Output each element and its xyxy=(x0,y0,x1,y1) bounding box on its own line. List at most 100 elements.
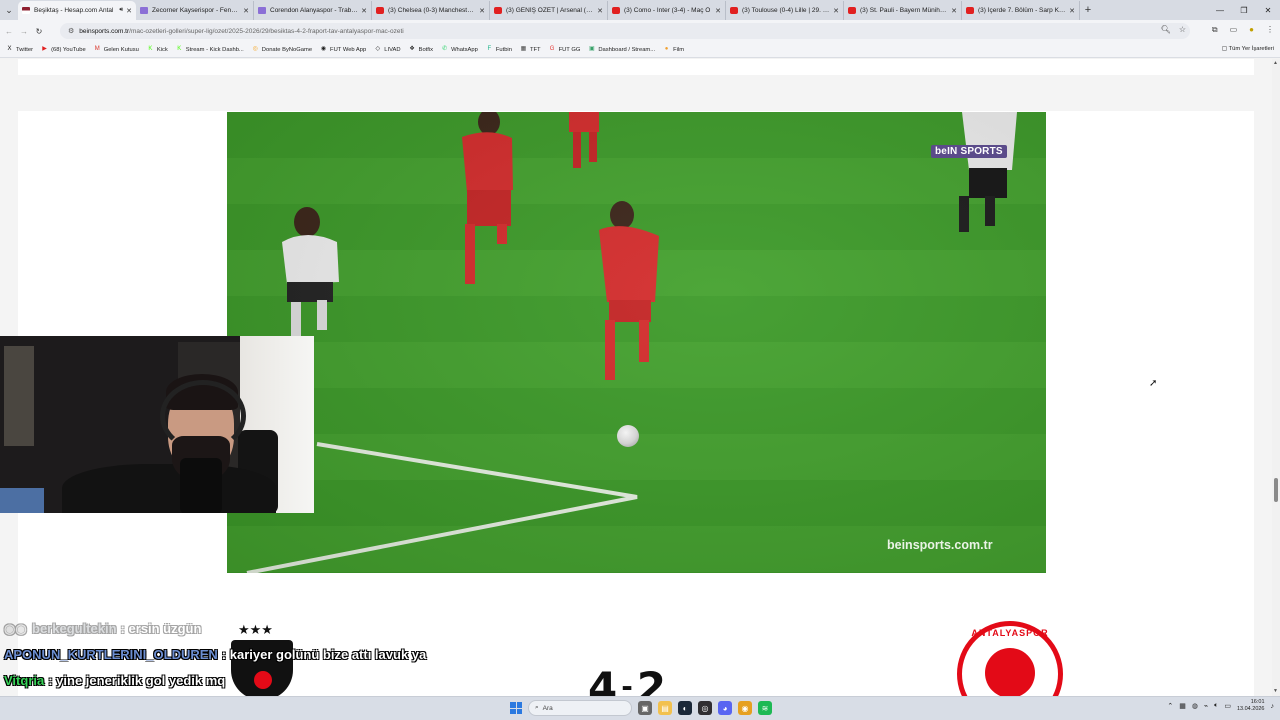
tab-strip: ⌄ Beşiktaş - Hesap.com Antal 🔊︎ ✕ Zecorner … xyxy=(0,0,1280,20)
all-bookmarks-folder[interactable]: ▢ Tüm Yer İşaretleri xyxy=(1222,46,1274,52)
obs-icon[interactable]: ◎ xyxy=(698,701,712,715)
bookmark-favicon-icon: M xyxy=(94,46,100,52)
bookmark-label: Futbin xyxy=(495,46,512,53)
youtube-favicon-icon xyxy=(376,7,384,14)
page-scrollbar[interactable] xyxy=(1272,59,1280,696)
notification-bell-icon[interactable]: ♪ xyxy=(1271,703,1275,710)
bookmark-item[interactable]: ✆ WhatsApp xyxy=(441,46,478,53)
bookmark-favicon-icon: F xyxy=(487,46,492,52)
bookmark-item[interactable]: ◎ Donate ByNoGame xyxy=(252,46,312,53)
browser-tab[interactable]: (3) GENİŞ ÖZET | Arsenal (1-2) | ✕ xyxy=(490,1,608,20)
url-path: /mac-ozetleri-golleri/super-lig/ozet/202… xyxy=(129,27,404,35)
screen: ⌄ Beşiktaş - Hesap.com Antal 🔊︎ ✕ Zecorner … xyxy=(0,0,1280,720)
video-watermark: beinsports.com.tr xyxy=(887,538,993,552)
webcam-background-shelf xyxy=(4,346,34,446)
bookmark-favicon-icon: ◎ xyxy=(252,46,258,52)
bookmark-favicon-icon: ● xyxy=(664,46,669,52)
discord-icon[interactable]: ◕ xyxy=(718,701,732,715)
bookmark-label: Film xyxy=(673,46,685,53)
chrome-icon[interactable]: ◉ xyxy=(738,701,752,715)
bookmark-item[interactable]: ▣ Dashboard / Stream... xyxy=(588,46,655,53)
bookmark-star-icon[interactable]: ☆ xyxy=(1179,25,1186,34)
taskbar-search-box[interactable]: ⌕ Ara xyxy=(528,700,632,716)
tray-app-icon[interactable]: ▦ xyxy=(1179,702,1186,710)
besiktas-stars-icon: ★★★ xyxy=(238,622,273,637)
task-view-icon[interactable]: ▣ xyxy=(638,701,652,715)
bookmark-item[interactable]: F Futbin xyxy=(486,46,512,53)
chat-text: : ersin üzgün xyxy=(120,621,202,636)
bookmark-item[interactable]: ● Film xyxy=(663,46,684,53)
forward-icon[interactable]: → xyxy=(18,27,30,36)
headset-icon xyxy=(160,380,246,452)
bookmark-item[interactable]: G FUT GG xyxy=(549,46,581,53)
scroll-up-icon[interactable]: ▲ xyxy=(1273,60,1278,66)
close-tab-icon[interactable]: ✕ xyxy=(243,7,249,15)
close-tab-icon[interactable]: ✕ xyxy=(951,7,957,15)
start-button-icon[interactable] xyxy=(510,702,522,714)
close-tab-icon[interactable]: ✕ xyxy=(126,7,132,15)
browser-tab[interactable]: (3) İçerde 7. Bölüm - Sarp Katil ✕ xyxy=(962,1,1080,20)
browser-tab[interactable]: Beşiktaş - Hesap.com Antal 🔊︎ ✕ xyxy=(18,1,136,20)
bookmark-item[interactable]: X Twitter xyxy=(6,46,33,53)
close-window-button[interactable]: ✕ xyxy=(1256,0,1280,20)
scroll-down-icon[interactable]: ▼ xyxy=(1273,688,1278,694)
bookmark-item[interactable]: ❖ Botfix xyxy=(409,46,433,53)
bookmark-favicon-icon: ◉ xyxy=(320,46,327,52)
bookmark-label: Donate ByNoGame xyxy=(261,46,313,53)
extensions-icon[interactable]: ⧉ xyxy=(1212,25,1218,35)
url-host: beinsports.com.tr xyxy=(79,27,130,35)
back-icon[interactable]: ← xyxy=(3,27,15,36)
tab-title: (3) İçerde 7. Bölüm - Sarp Katil xyxy=(978,7,1067,14)
minimize-button[interactable]: — xyxy=(1208,0,1232,20)
tab-title: (3) St. Pauli - Bayern Münih | Bu xyxy=(860,7,949,14)
steam-icon[interactable]: ◐ xyxy=(678,701,692,715)
browser-tab[interactable]: (3) St. Pauli - Bayern Münih | Bu ✕ xyxy=(844,1,962,20)
zoom-icon[interactable]: 🔍︎ xyxy=(1161,25,1171,34)
spotify-icon[interactable]: ≋ xyxy=(758,701,772,715)
bookmark-item[interactable]: ▶ (68) YouTube xyxy=(41,46,85,53)
close-tab-icon[interactable]: ✕ xyxy=(715,7,721,15)
browser-tab[interactable]: (3) Como - Inter (3-4) - Maç Ö ✕ xyxy=(608,1,726,20)
bookmark-item[interactable]: K Stream - Kick Dashb... xyxy=(176,46,244,53)
tab-audio-icon[interactable]: 🔊︎ xyxy=(119,7,123,14)
tab-search-chevron-icon[interactable]: ⌄ xyxy=(0,0,18,20)
bookmark-item[interactable]: ◉ FUT Web App xyxy=(320,46,366,53)
close-tab-icon[interactable]: ✕ xyxy=(597,7,603,15)
menu-icon[interactable]: ⋮ xyxy=(1266,25,1274,35)
bookmark-item[interactable]: ◇ LIVAD xyxy=(374,46,400,53)
browser-tab[interactable]: Zecorner Kayserispor - Fenerb ✕ xyxy=(136,1,254,20)
close-tab-icon[interactable]: ✕ xyxy=(1069,7,1075,15)
profile-avatar[interactable]: ● xyxy=(1249,25,1254,35)
bookmark-item[interactable]: ▦ TFT xyxy=(520,46,541,53)
tray-app-icon-2[interactable]: ◍ xyxy=(1192,702,1198,710)
video-player[interactable]: beIN SPORTS beinsports.com.tr xyxy=(227,112,1046,573)
site-info-icon[interactable]: ⚙ xyxy=(68,27,74,35)
bookmark-item[interactable]: K Kick xyxy=(147,46,167,53)
search-icon: ⌕ xyxy=(535,704,539,711)
browser-tab[interactable]: (3) Chelsea (0-3) Manchester C ✕ xyxy=(372,1,490,20)
new-tab-button[interactable]: + xyxy=(1080,0,1096,20)
close-tab-icon[interactable]: ✕ xyxy=(361,7,367,15)
maximize-button[interactable]: ❐ xyxy=(1232,0,1256,20)
file-explorer-icon[interactable]: ▤ xyxy=(658,701,672,715)
browser-tab[interactable]: (3) Toulouse (0-4) Lille | 29. Haf ✕ xyxy=(726,1,844,20)
volume-icon[interactable]: 🔈︎ xyxy=(1214,702,1218,710)
sidepanel-icon[interactable]: ▭ xyxy=(1230,25,1238,35)
webcam-background-object xyxy=(0,488,44,513)
address-bar[interactable]: ⚙ beinsports.com.tr /mac-ozetleri-goller… xyxy=(60,23,1190,39)
close-tab-icon[interactable]: ✕ xyxy=(833,7,839,15)
bookmark-item[interactable]: M Gelen Kutusu xyxy=(94,46,139,53)
bookmark-label: FUT Web App xyxy=(330,46,367,53)
network-icon[interactable]: ⌁ xyxy=(1204,702,1208,710)
tray-overflow-icon[interactable]: ⌃ xyxy=(1167,702,1173,710)
site-favicon-icon xyxy=(22,7,30,14)
chat-text: : yine jeneriklik gol yedik mq xyxy=(48,673,226,688)
close-tab-icon[interactable]: ✕ xyxy=(479,7,485,15)
browser-tab[interactable]: Corendon Alanyaspor - Trabzon ✕ xyxy=(254,1,372,20)
reload-icon[interactable]: ↻ xyxy=(33,27,45,36)
taskbar-clock[interactable]: 16:01 13.04.2026 xyxy=(1237,699,1265,713)
besiktas-crest-flag xyxy=(254,671,272,689)
site-favicon-icon xyxy=(258,7,266,14)
scrollbar-thumb[interactable] xyxy=(1274,478,1278,502)
battery-icon[interactable]: ▭ xyxy=(1224,702,1231,710)
